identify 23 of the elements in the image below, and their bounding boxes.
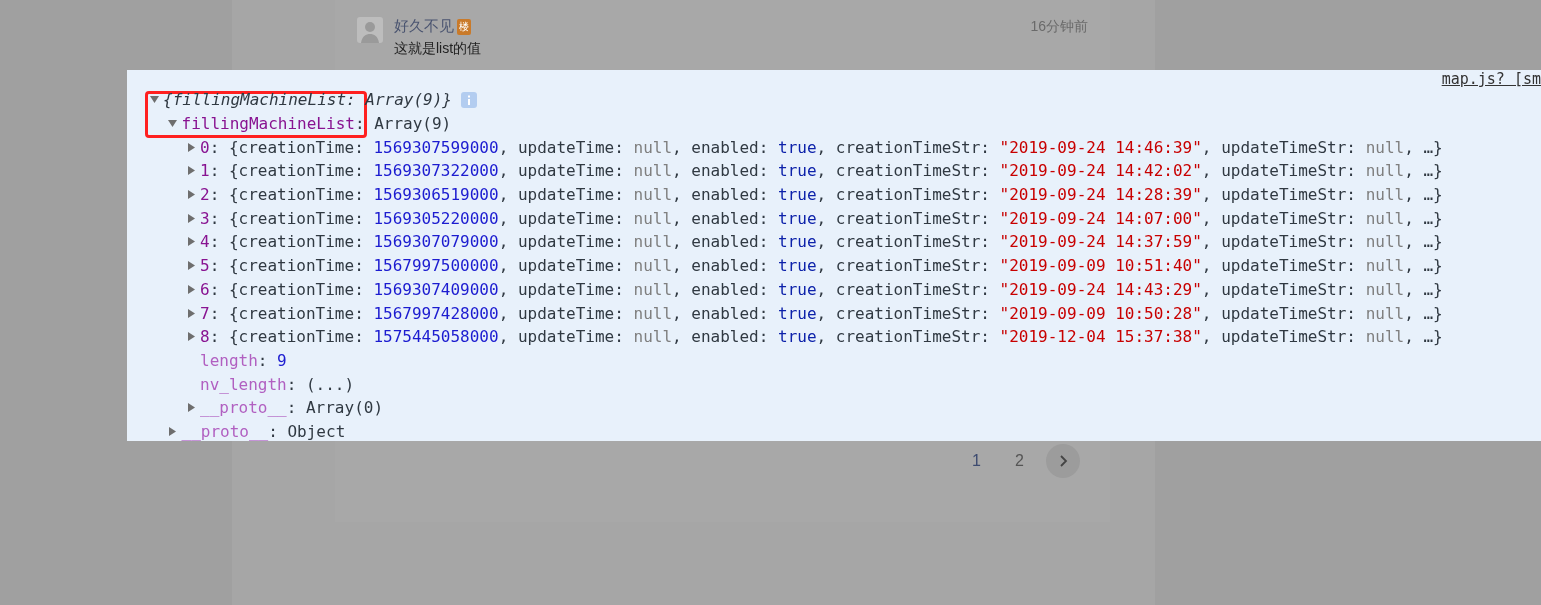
console-line[interactable]: __proto__: Array(0) [200, 398, 384, 418]
page-button[interactable]: 1 [955, 444, 998, 478]
next-page-button[interactable] [1046, 444, 1080, 478]
console-line[interactable]: fillingMachineList: Array(9) [181, 114, 452, 134]
source-link[interactable]: map.js? [sm [1441, 70, 1541, 88]
avatar-icon [357, 17, 383, 43]
console-line[interactable]: 2: {creationTime: 1569306519000, updateTime: null, enabled: true, creationTimeStr: "2019-09-24 14:28:39", updateTimeStr: null, …} [200, 185, 1443, 205]
comment-text: 这就是list的值 [394, 40, 483, 58]
console-line[interactable]: 0: {creationTime: 1569307599000, updateTime: null, enabled: true, creationTimeStr: "2019-09-24 14:46:39", updateTimeStr: null, …} [200, 137, 1443, 157]
console-line[interactable]: nv_length: (...) [200, 374, 355, 394]
console-line[interactable]: 4: {creationTime: 1569307079000, updateTime: null, enabled: true, creationTimeStr: "2019-09-24 14:37:59", updateTimeStr: null, …} [200, 232, 1443, 252]
console-line[interactable]: 8: {creationTime: 1575445058000, updateTime: null, enabled: true, creationTimeStr: "2019-12-04 15:37:38", updateTimeStr: null, …} [200, 327, 1443, 347]
console-line[interactable]: 6: {creationTime: 1569307409000, updateTime: null, enabled: true, creationTimeStr: "2019-09-24 14:43:29", updateTimeStr: null, …} [200, 279, 1443, 299]
console-line[interactable]: 1: {creationTime: 1569307322000, updateTime: null, enabled: true, creationTimeStr: "2019-09-24 14:42:02", updateTimeStr: null, …} [200, 161, 1443, 181]
console-line[interactable]: length: 9 [200, 350, 287, 370]
console-line[interactable]: 3: {creationTime: 1569305220000, updateTime: null, enabled: true, creationTimeStr: "2019-09-24 14:07:00", updateTimeStr: null, …} [200, 208, 1443, 228]
chevron-right-icon [1058, 455, 1068, 467]
console-line[interactable]: 5: {creationTime: 1567997500000, updateTime: null, enabled: true, creationTimeStr: "2019-09-09 10:51:40", updateTimeStr: null, …} [200, 256, 1443, 276]
console-line[interactable]: __proto__: Object [181, 421, 346, 441]
comment-time: 16分钟前 [1030, 17, 1088, 36]
floor-badge: 楼 [457, 18, 471, 35]
info-icon [461, 91, 477, 108]
console-line[interactable]: 7: {creationTime: 1567997428000, updateTime: null, enabled: true, creationTimeStr: "2019-09-09 10:50:28", updateTimeStr: null, …} [200, 303, 1443, 323]
